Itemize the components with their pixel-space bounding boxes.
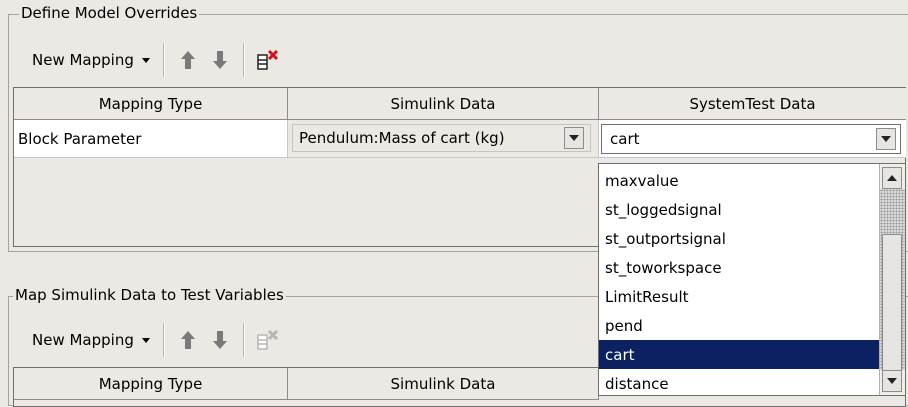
scroll-down-button[interactable]	[882, 370, 902, 392]
scroll-up-button[interactable]	[882, 167, 902, 189]
dropdown-option[interactable]: distance	[599, 369, 879, 398]
toolbar-separator	[242, 323, 245, 357]
arrow-down-icon	[212, 331, 227, 349]
dropdown-arrow-icon	[569, 135, 579, 141]
dropdown-option[interactable]: cart	[599, 340, 879, 369]
scroll-down-arrow-icon	[887, 378, 897, 384]
simulink-data-value: Pendulum:Mass of cart (kg)	[299, 129, 505, 147]
dropdown-option[interactable]: pend	[599, 311, 879, 340]
new-mapping-label: New Mapping	[32, 331, 134, 349]
move-up-button[interactable]	[172, 44, 204, 76]
delete-mapping-button[interactable]	[252, 44, 284, 76]
systemtest-data-cell[interactable]: cart	[599, 120, 906, 158]
column-header-mapping-type[interactable]: Mapping Type	[14, 88, 288, 120]
dropdown-options: maxvalue st_loggedsignal st_outportsignal s…	[599, 166, 879, 398]
delete-row-icon	[257, 49, 278, 70]
column-header-systemtest-data[interactable]: SystemTest Data	[599, 88, 906, 120]
move-up-button[interactable]	[172, 324, 204, 356]
simulink-data-cell[interactable]: Pendulum:Mass of cart (kg)	[288, 120, 599, 158]
toolbar-separator	[162, 323, 165, 357]
dropdown-option[interactable]: maxvalue	[599, 166, 879, 195]
arrow-up-icon	[180, 51, 195, 69]
arrow-down-icon	[212, 51, 227, 69]
delete-row-icon	[257, 329, 278, 350]
systemtest-data-dropdown-list[interactable]: maxvalue st_loggedsignal st_outportsignal s…	[598, 163, 906, 396]
caret-down-icon	[141, 337, 150, 343]
caret-down-icon	[141, 57, 150, 63]
scroll-thumb[interactable]	[882, 234, 902, 372]
define-overrides-title: Define Model Overrides	[19, 4, 200, 22]
dropdown-scrollbar[interactable]	[879, 164, 905, 395]
new-mapping-label: New Mapping	[32, 51, 134, 69]
delete-mapping-button[interactable]	[252, 324, 284, 356]
dropdown-option[interactable]: st_loggedsignal	[599, 195, 879, 224]
move-down-button[interactable]	[204, 44, 236, 76]
systemtest-data-combo[interactable]: cart	[601, 124, 901, 154]
toolbar-separator	[162, 43, 165, 77]
mapping-type-cell: Block Parameter	[18, 129, 142, 148]
column-header-mapping-type[interactable]: Mapping Type	[14, 368, 288, 400]
toolbar-separator	[242, 43, 245, 77]
systemtest-data-value: cart	[610, 130, 640, 148]
arrow-up-icon	[180, 331, 195, 349]
move-down-button[interactable]	[204, 324, 236, 356]
scroll-up-arrow-icon	[887, 175, 897, 181]
new-mapping-button[interactable]: New Mapping	[26, 44, 156, 76]
table-row[interactable]: Block Parameter	[14, 120, 288, 158]
map-simulink-toolbar: New Mapping	[26, 320, 284, 360]
systemtest-data-dropdown-button[interactable]	[876, 128, 896, 150]
column-header-simulink-data[interactable]: Simulink Data	[288, 88, 599, 120]
dropdown-option[interactable]: st_toworkspace	[599, 253, 879, 282]
simulink-data-combo[interactable]: Pendulum:Mass of cart (kg)	[292, 124, 591, 152]
define-overrides-toolbar: New Mapping	[26, 40, 284, 80]
dropdown-option[interactable]: LimitResult	[599, 282, 879, 311]
column-header-simulink-data[interactable]: Simulink Data	[288, 368, 599, 400]
dropdown-option[interactable]: st_outportsignal	[599, 224, 879, 253]
new-mapping-button[interactable]: New Mapping	[26, 324, 156, 356]
map-simulink-title: Map Simulink Data to Test Variables	[13, 286, 286, 304]
dropdown-arrow-icon	[881, 136, 891, 142]
simulink-data-dropdown-button[interactable]	[564, 127, 584, 149]
